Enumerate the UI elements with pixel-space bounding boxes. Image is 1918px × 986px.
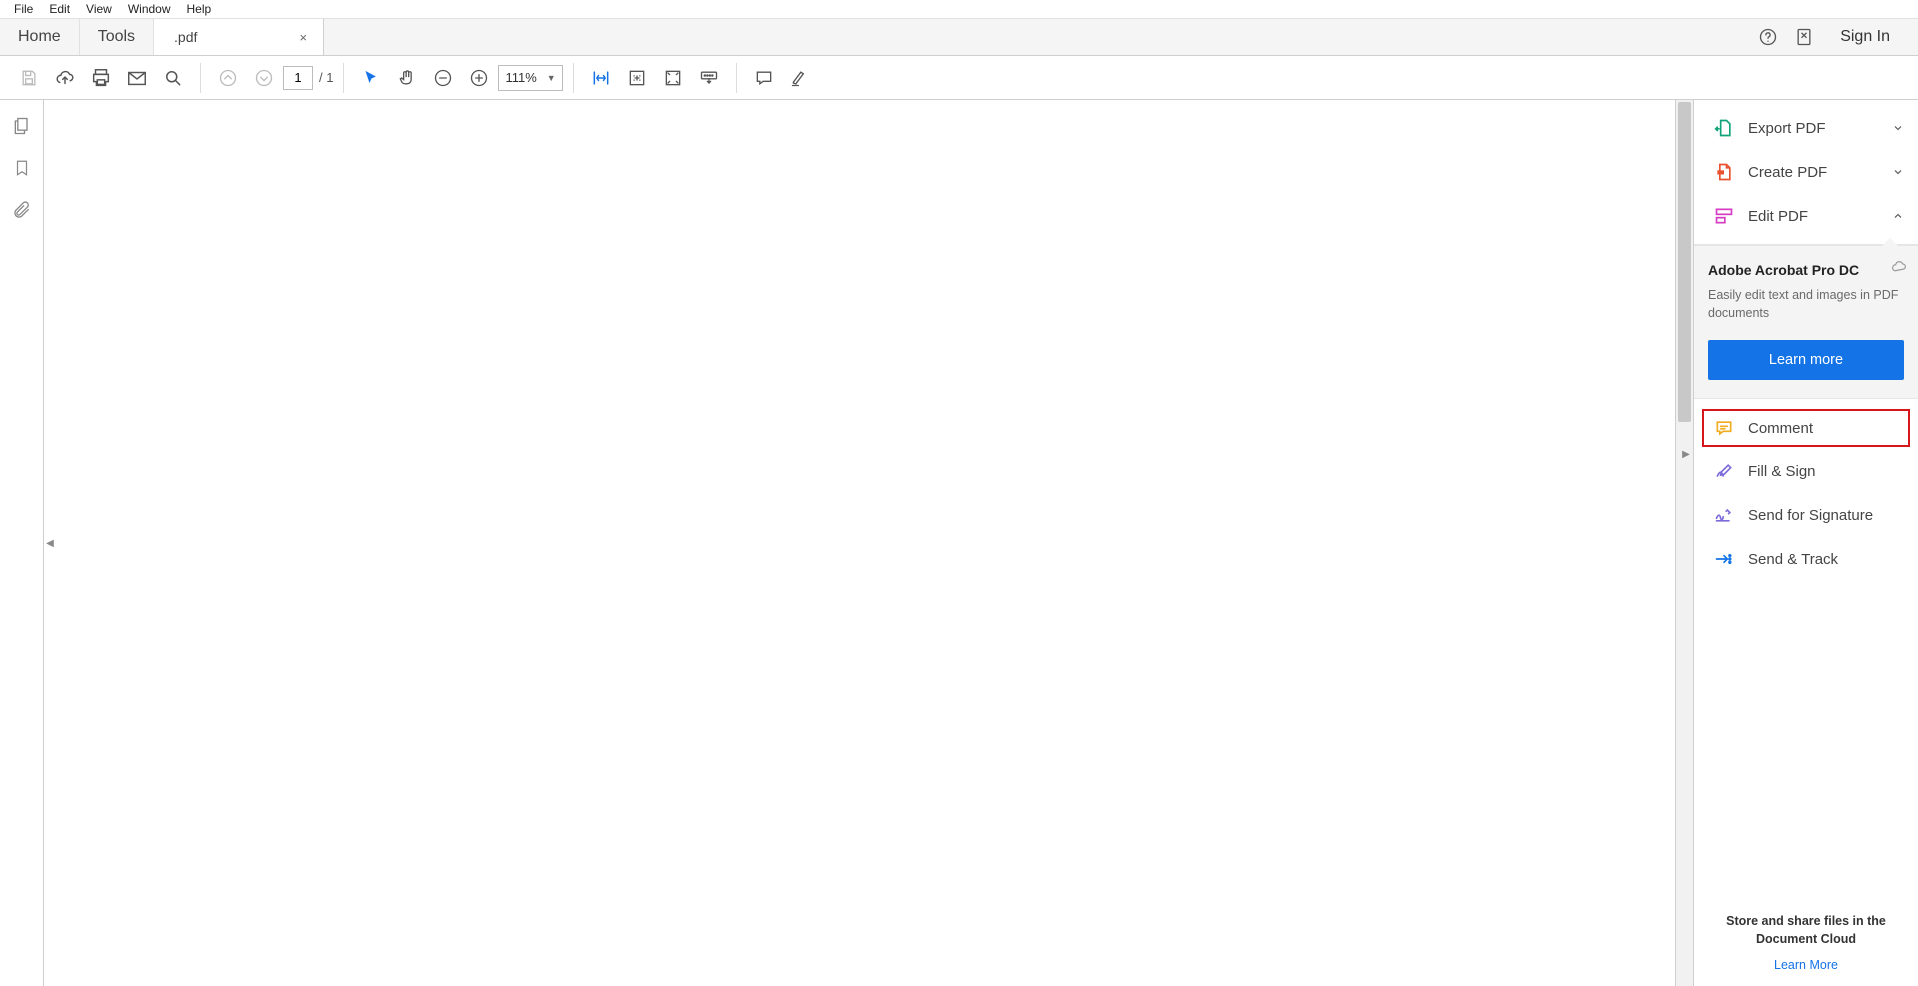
tool-fill-sign-label: Fill & Sign: [1748, 463, 1816, 480]
attachment-icon[interactable]: [10, 198, 34, 222]
tool-export-pdf-label: Export PDF: [1748, 120, 1826, 137]
tool-create-pdf-label: Create PDF: [1748, 164, 1827, 181]
zoom-out-button[interactable]: [426, 61, 460, 95]
vertical-scrollbar[interactable]: [1676, 100, 1694, 986]
menu-bar: File Edit View Window Help: [0, 0, 1918, 18]
tab-document[interactable]: .pdf ×: [154, 19, 324, 55]
page-number-control: / 1: [283, 66, 333, 90]
tool-send-track[interactable]: Send & Track: [1694, 537, 1918, 581]
tools-pane-collapse-handle[interactable]: ▶: [1680, 442, 1692, 466]
tool-comment-label: Comment: [1748, 420, 1813, 437]
footer-learn-more-link[interactable]: Learn More: [1774, 958, 1838, 972]
menu-window[interactable]: Window: [120, 1, 179, 17]
tab-document-title: .pdf: [174, 29, 197, 45]
tool-send-signature[interactable]: Send for Signature: [1694, 493, 1918, 537]
notifications-icon[interactable]: [1790, 23, 1818, 51]
page-number-input[interactable]: [283, 66, 313, 90]
send-signature-icon: [1714, 505, 1734, 525]
email-button[interactable]: [120, 61, 154, 95]
tool-edit-pdf-label: Edit PDF: [1748, 208, 1808, 225]
comment-icon: [1714, 418, 1734, 438]
tab-close-button[interactable]: ×: [293, 30, 313, 45]
edit-pdf-icon: [1714, 206, 1734, 226]
tool-send-signature-label: Send for Signature: [1748, 507, 1873, 524]
chevron-up-icon: [1892, 210, 1904, 222]
tool-export-pdf[interactable]: Export PDF: [1694, 106, 1918, 150]
read-mode-button[interactable]: [692, 61, 726, 95]
highlight-button[interactable]: [783, 61, 817, 95]
print-button[interactable]: [84, 61, 118, 95]
search-button[interactable]: [156, 61, 190, 95]
bookmark-icon[interactable]: [10, 156, 34, 180]
zoom-value: 111%: [505, 70, 536, 85]
tool-comment[interactable]: Comment: [1702, 409, 1910, 447]
menu-file[interactable]: File: [6, 1, 41, 17]
selection-tool-button[interactable]: [354, 61, 388, 95]
help-icon[interactable]: [1754, 23, 1782, 51]
create-pdf-icon: [1714, 162, 1734, 182]
learn-more-button[interactable]: Learn more: [1708, 340, 1904, 380]
main-area: ◀ ▶ Export PDF Create PDF: [0, 100, 1918, 986]
tools-pane-footer: Store and share files in the Document Cl…: [1694, 903, 1918, 986]
chevron-down-icon: [1892, 166, 1904, 178]
cloud-upload-button[interactable]: [48, 61, 82, 95]
menu-view[interactable]: View: [78, 1, 120, 17]
tool-edit-pdf[interactable]: Edit PDF: [1694, 194, 1918, 238]
prev-page-button[interactable]: [211, 61, 245, 95]
fill-sign-icon: [1714, 461, 1734, 481]
comment-bubble-button[interactable]: [747, 61, 781, 95]
fit-width-button[interactable]: [584, 61, 618, 95]
fullscreen-button[interactable]: [656, 61, 690, 95]
send-track-icon: [1714, 549, 1734, 569]
chevron-down-icon: ▼: [547, 73, 556, 83]
cloud-icon[interactable]: [1890, 258, 1908, 276]
hand-tool-button[interactable]: [390, 61, 424, 95]
page-thumbnails-icon[interactable]: [10, 114, 34, 138]
tool-send-track-label: Send & Track: [1748, 551, 1838, 568]
menu-edit[interactable]: Edit: [41, 1, 78, 17]
tab-tools[interactable]: Tools: [80, 19, 154, 55]
tab-home[interactable]: Home: [0, 19, 80, 55]
navigation-pane: [0, 100, 44, 986]
tools-pane: ▶ Export PDF Create PDF: [1694, 100, 1918, 986]
next-page-button[interactable]: [247, 61, 281, 95]
zoom-select[interactable]: 111% ▼: [498, 65, 562, 91]
tool-fill-sign[interactable]: Fill & Sign: [1694, 449, 1918, 493]
edit-panel-description: Easily edit text and images in PDF docum…: [1708, 286, 1904, 322]
nav-pane-collapse-handle[interactable]: ◀: [44, 531, 56, 555]
scrollbar-thumb[interactable]: [1678, 102, 1691, 422]
save-button[interactable]: [12, 61, 46, 95]
chevron-down-icon: [1892, 122, 1904, 134]
zoom-in-button[interactable]: [462, 61, 496, 95]
tool-create-pdf[interactable]: Create PDF: [1694, 150, 1918, 194]
toolbar: / 1 111% ▼: [0, 56, 1918, 100]
menu-help[interactable]: Help: [179, 1, 220, 17]
edit-pdf-panel: Adobe Acrobat Pro DC Easily edit text an…: [1694, 245, 1918, 399]
document-view[interactable]: ◀: [44, 100, 1676, 986]
footer-label: Store and share files in the Document Cl…: [1712, 913, 1900, 948]
export-pdf-icon: [1714, 118, 1734, 138]
sign-in-button[interactable]: Sign In: [1826, 28, 1904, 46]
tab-bar: Home Tools .pdf × Sign In: [0, 18, 1918, 56]
page-total-label: / 1: [319, 70, 333, 85]
edit-panel-title: Adobe Acrobat Pro DC: [1708, 262, 1904, 278]
fit-page-button[interactable]: [620, 61, 654, 95]
